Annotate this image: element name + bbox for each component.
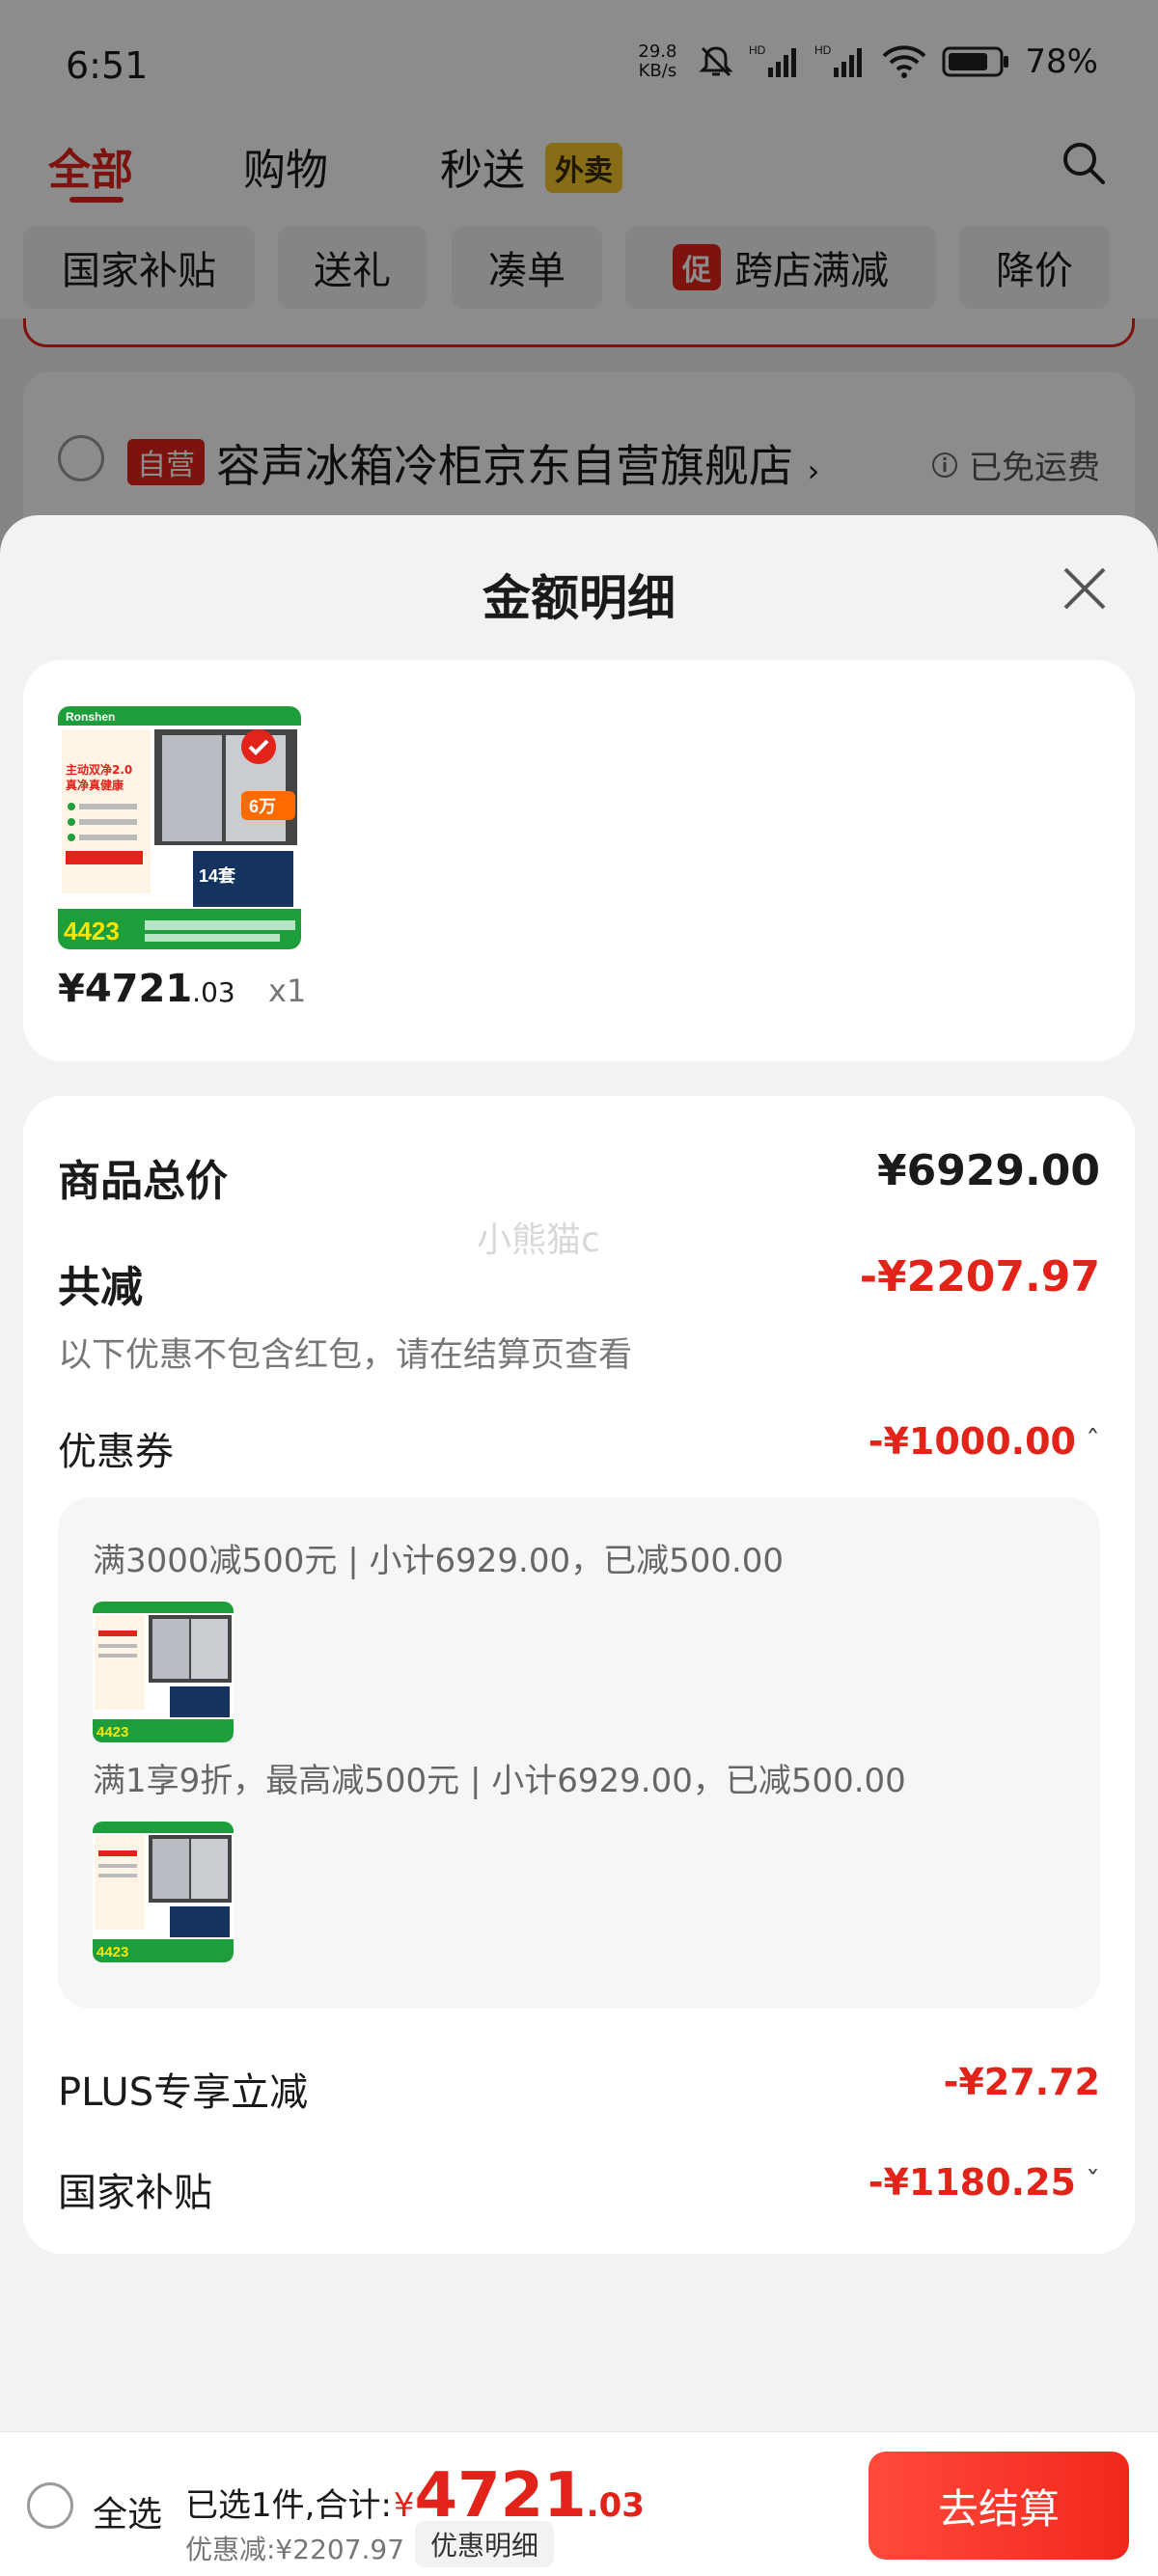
svg-text:Ronshen: Ronshen (66, 710, 115, 724)
coupon-detail-box: 满3000减500元 | 小计6929.00，已减500.00 4423 满1享… (58, 1497, 1100, 2009)
product-price: ¥4721.03 (58, 967, 235, 1011)
coupon-line-1: 满3000减500元 | 小计6929.00，已减500.00 (93, 1542, 785, 1580)
select-all-label[interactable]: 全选 (93, 2486, 162, 2536)
subsidy-label: 国家补贴 (58, 2171, 212, 2215)
plus-label: PLUS专享立减 (58, 2070, 309, 2115)
svg-text:14套: 14套 (199, 865, 235, 886)
svg-text:4423: 4423 (96, 1944, 128, 1960)
product-image[interactable]: Ronshen 主动双净2.0 真净真健康 14套 6万 4423 (58, 706, 301, 949)
discount-detail-button[interactable]: 优惠明细 (415, 2521, 555, 2567)
product-card: Ronshen 主动双净2.0 真净真健康 14套 6万 4423 ¥4721.… (23, 660, 1135, 1061)
select-all-radio[interactable] (27, 2482, 73, 2529)
reduce-note: 以下优惠不包含红包，请在结算页查看 (58, 1336, 633, 1375)
subsidy-toggle[interactable]: -¥1180.25 ˇ (868, 2161, 1100, 2204)
fridge-ad-image: Ronshen 主动双净2.0 真净真健康 14套 6万 4423 (58, 706, 301, 949)
coupon-line-2: 满1享9折，最高减500元 | 小计6929.00，已减500.00 (93, 1762, 906, 1800)
plus-value: -¥27.72 (943, 2061, 1100, 2103)
total-summary: 已选1件,合计: ¥4721.03 (185, 2460, 645, 2532)
watermark-text: 小熊猫c (477, 1220, 600, 1260)
sheet-title: 金额明细 (482, 570, 676, 626)
svg-text:4423: 4423 (96, 1724, 128, 1740)
svg-text:主动双净2.0: 主动双净2.0 (66, 762, 132, 777)
reduce-label: 共减 (58, 1263, 143, 1312)
svg-text:4423: 4423 (64, 917, 120, 945)
checkout-button[interactable]: 去结算 (868, 2452, 1129, 2560)
coupon-product-thumb-2: 4423 (93, 1822, 234, 1962)
chevron-down-icon: ˇ (1086, 2165, 1100, 2200)
checkout-bar: 全选 已选1件,合计: ¥4721.03 优惠减:¥2207.97 优惠明细 去结… (0, 2431, 1158, 2576)
coupon-value: -¥1000.00 (868, 1420, 1076, 1463)
svg-text:6万: 6万 (249, 797, 276, 816)
total-label: 商品总价 (58, 1157, 228, 1206)
discount-summary: 优惠减:¥2207.97 (185, 2534, 405, 2565)
total-value: ¥6929.00 (876, 1146, 1100, 1195)
svg-text:真净真健康: 真净真健康 (66, 778, 124, 792)
amount-detail-sheet: 金额明细 Ronshen 主动双净2.0 真净真健康 14套 6万 4423 ¥… (0, 515, 1158, 2576)
reduce-value: -¥2207.97 (859, 1252, 1100, 1302)
coupon-toggle[interactable]: -¥1000.00 ˆ (868, 1420, 1100, 1463)
close-icon[interactable] (1058, 562, 1112, 616)
chevron-up-icon: ˆ (1086, 1424, 1100, 1459)
product-quantity: x1 (268, 973, 307, 1009)
coupon-label: 优惠券 (58, 1430, 174, 1474)
coupon-product-thumb-1: 4423 (93, 1602, 234, 1742)
subsidy-value: -¥1180.25 (868, 2161, 1076, 2204)
price-detail-card: 商品总价 ¥6929.00 小熊猫c 共减 -¥2207.97 以下优惠不包含红… (23, 1096, 1135, 2254)
